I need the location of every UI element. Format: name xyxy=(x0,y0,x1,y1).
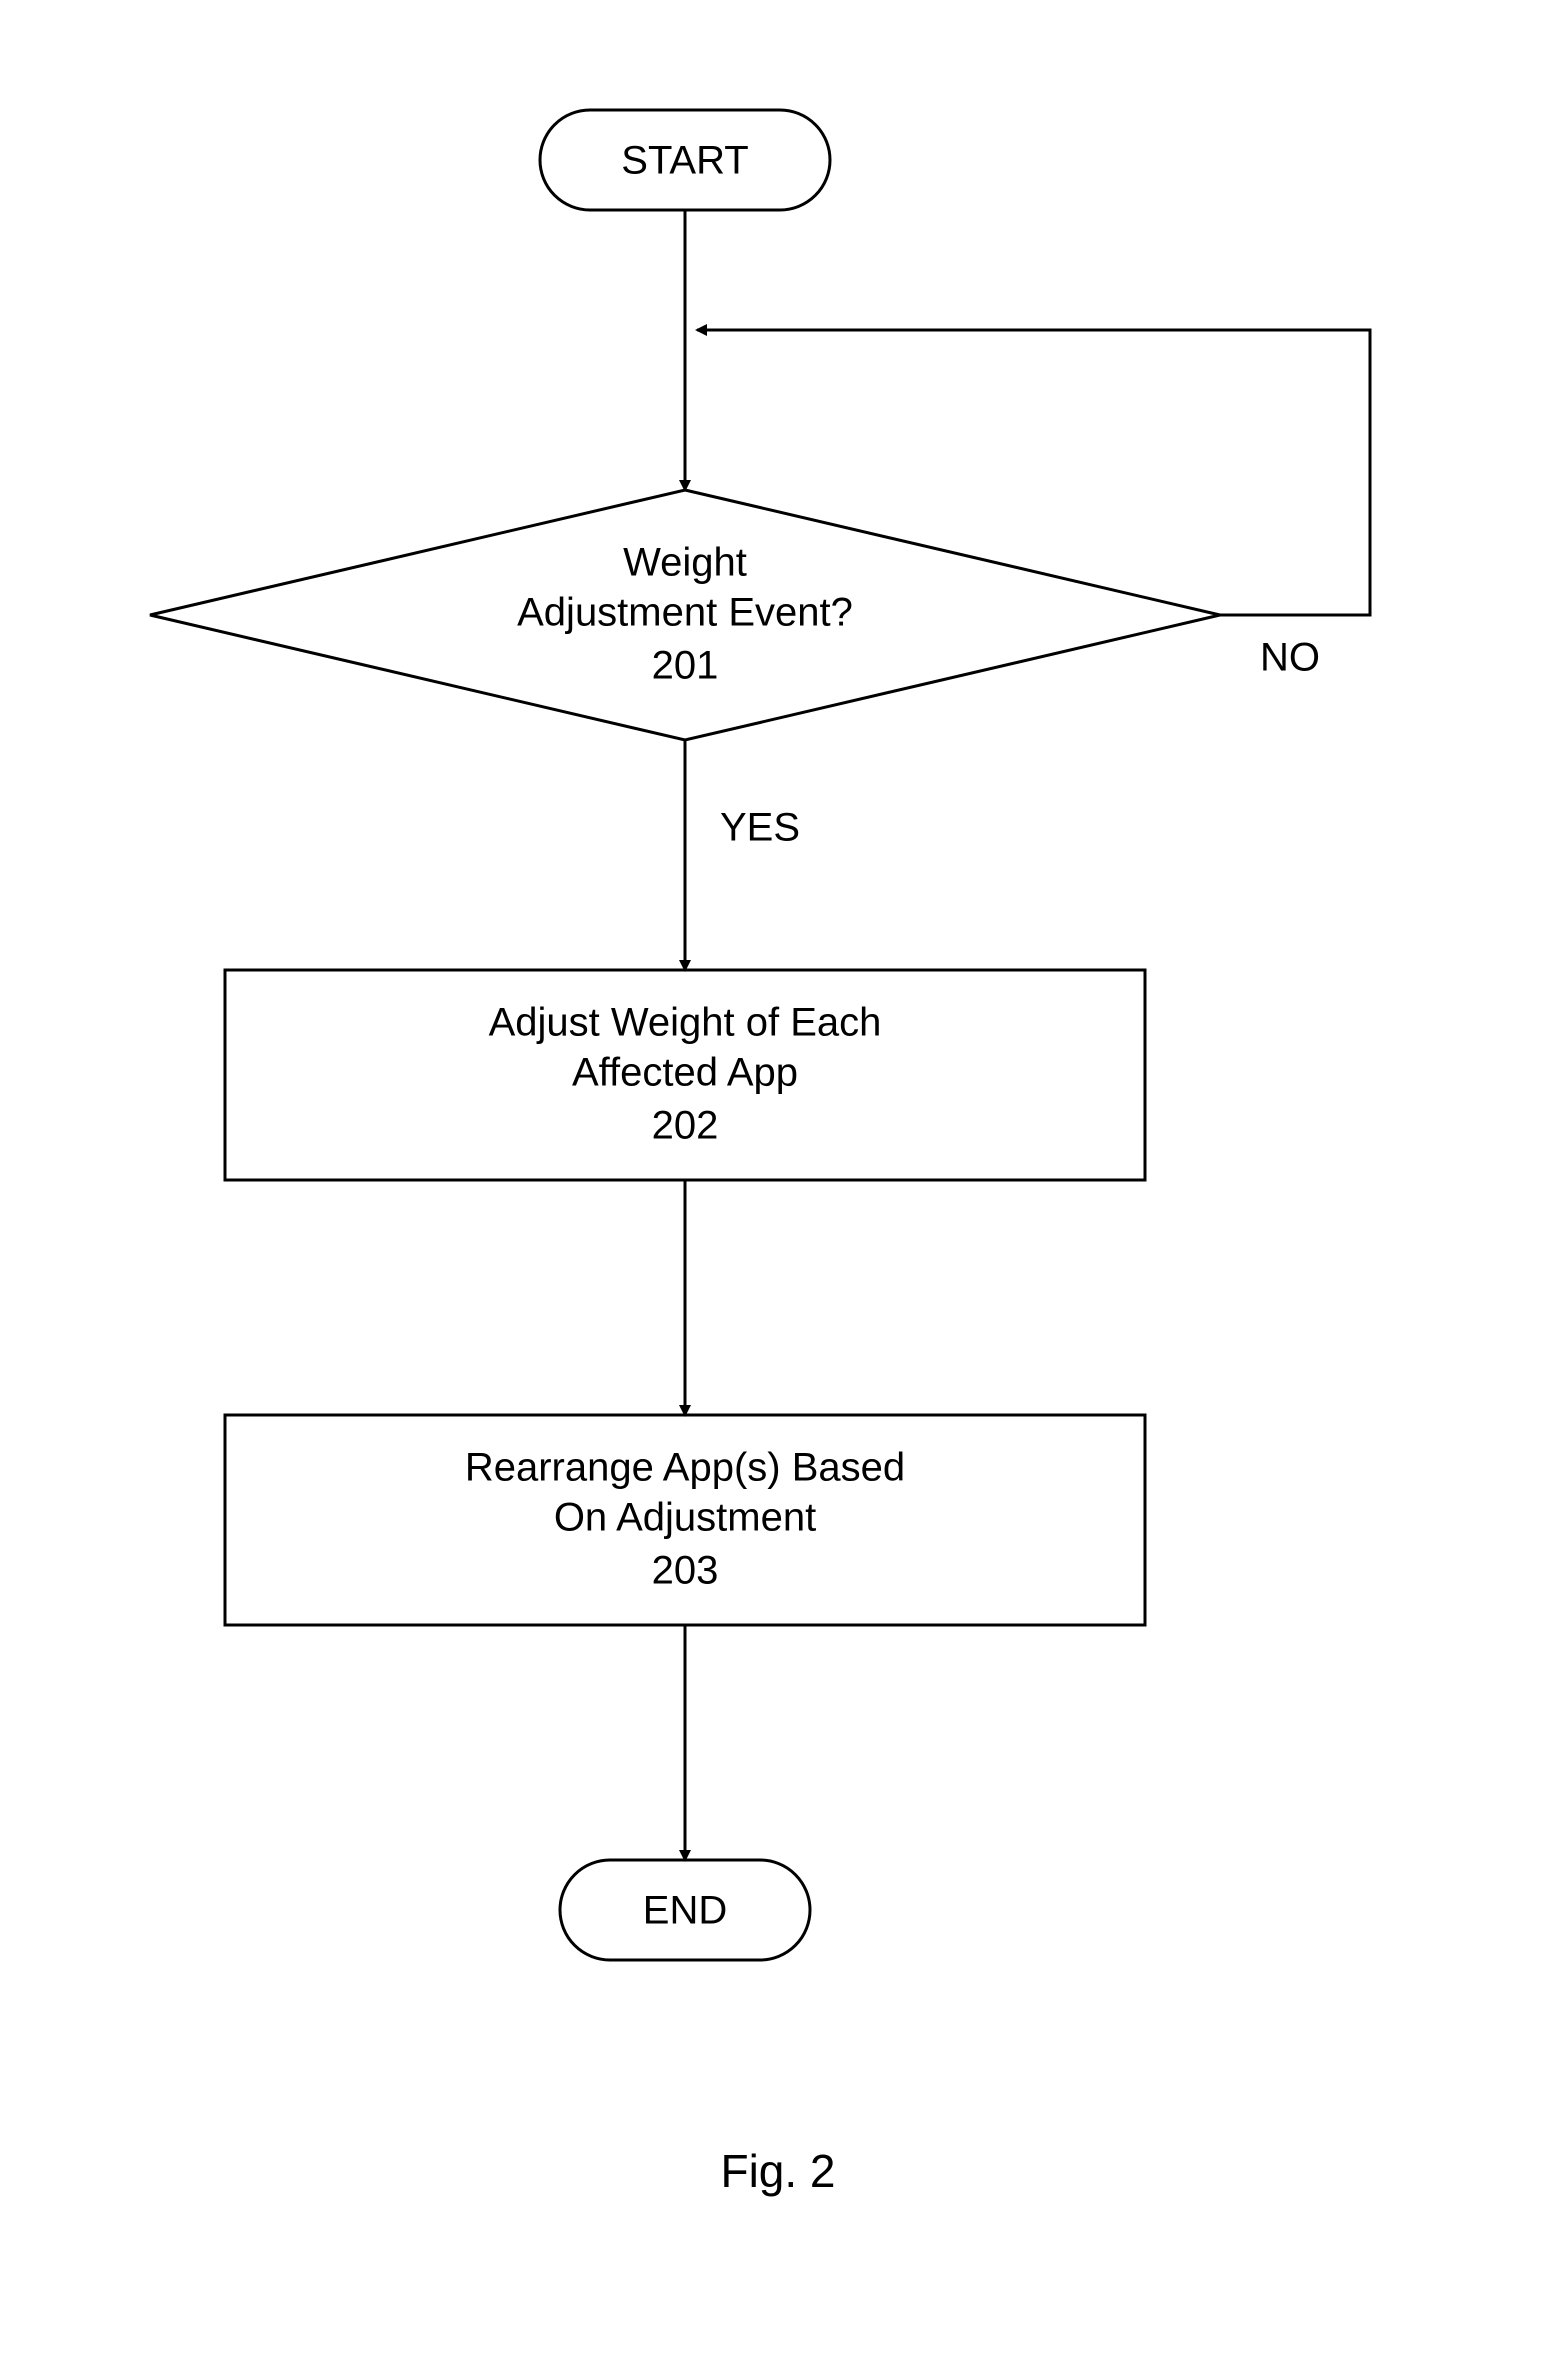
yes-branch: YES xyxy=(685,740,800,970)
process2-line1: Rearrange App(s) Based xyxy=(465,1446,905,1490)
start-node: START xyxy=(540,110,830,210)
end-label: END xyxy=(643,1889,727,1933)
decision-ref: 201 xyxy=(652,644,719,688)
decision-node: Weight Adjustment Event? 201 xyxy=(150,490,1220,740)
process1-line1: Adjust Weight of Each xyxy=(489,1001,882,1045)
process2-ref: 203 xyxy=(652,1549,719,1593)
process2-node: Rearrange App(s) Based On Adjustment 203 xyxy=(225,1415,1145,1625)
end-node: END xyxy=(560,1860,810,1960)
process2-line2: On Adjustment xyxy=(554,1496,816,1540)
figure-caption: Fig. 2 xyxy=(720,2145,835,2197)
no-label: NO xyxy=(1260,636,1320,680)
decision-line2: Adjustment Event? xyxy=(517,591,853,635)
decision-line1: Weight xyxy=(623,541,747,585)
process1-ref: 202 xyxy=(652,1104,719,1148)
yes-label: YES xyxy=(720,806,800,850)
start-label: START xyxy=(621,139,748,183)
process1-node: Adjust Weight of Each Affected App 202 xyxy=(225,970,1145,1180)
process1-line2: Affected App xyxy=(572,1051,798,1095)
